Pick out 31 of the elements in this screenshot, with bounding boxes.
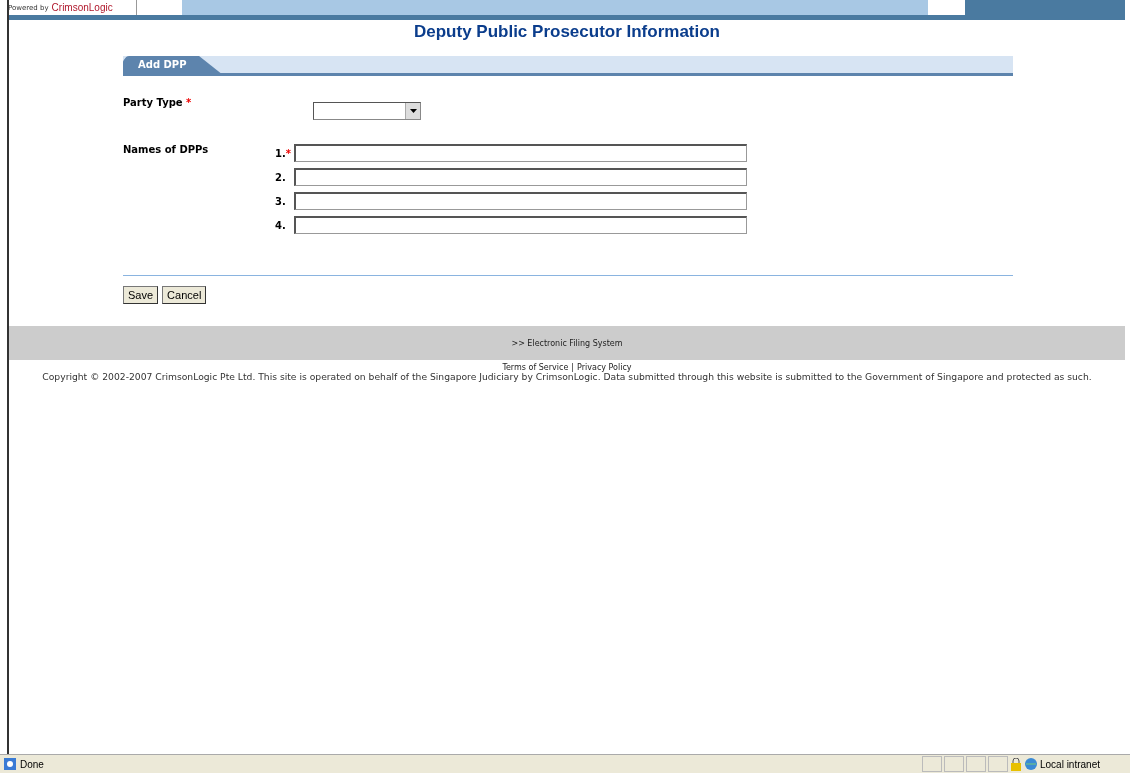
name-input[interactable] [294, 192, 747, 210]
page-icon [3, 757, 17, 771]
name-input[interactable] [294, 216, 747, 234]
footer-link[interactable]: Privacy Policy [577, 363, 632, 372]
row-number: 1.* [275, 147, 292, 159]
field-label: Party Type * [123, 97, 192, 108]
status-text: Done [20, 758, 44, 770]
tab[interactable]: Add DPP [123, 56, 221, 73]
separator: | [571, 363, 575, 372]
status-pane [921, 756, 942, 772]
save-button[interactable]: Save [123, 286, 159, 304]
status-pane [965, 756, 986, 772]
logo-text: CrimsonLogic [51, 2, 113, 13]
page-title: Deputy Public Prosecutor Information [412, 22, 721, 42]
row-number: 2. [275, 171, 287, 183]
copyright-text: Copyright © 2002-2007 CrimsonLogic Pte Ltd. This site is operated on behalf of the Singapore Judiciary by CrimsonLogic. Data submitted through this website is submitted to the Government of Singapore and protected as such. [41, 372, 1093, 381]
cancel-button[interactable]: Cancel [162, 286, 207, 304]
field-label: Names of DPPs [123, 144, 209, 155]
name-input[interactable] [294, 168, 747, 186]
globe-icon [1023, 757, 1038, 771]
caret-icon [409, 109, 417, 113]
status-pane [987, 756, 1008, 772]
zone-text: Local intranet [1039, 758, 1100, 770]
lock-icon [1009, 757, 1022, 771]
status-pane [943, 756, 964, 772]
footer-link[interactable]: Terms of Service [502, 363, 569, 372]
row-number: 3. [275, 195, 287, 207]
name-input[interactable] [294, 144, 747, 162]
row-number: 4. [275, 219, 287, 231]
footer-nav-link[interactable]: >> Electronic Filing System [511, 338, 623, 348]
party-type-dropdown[interactable] [313, 102, 421, 120]
